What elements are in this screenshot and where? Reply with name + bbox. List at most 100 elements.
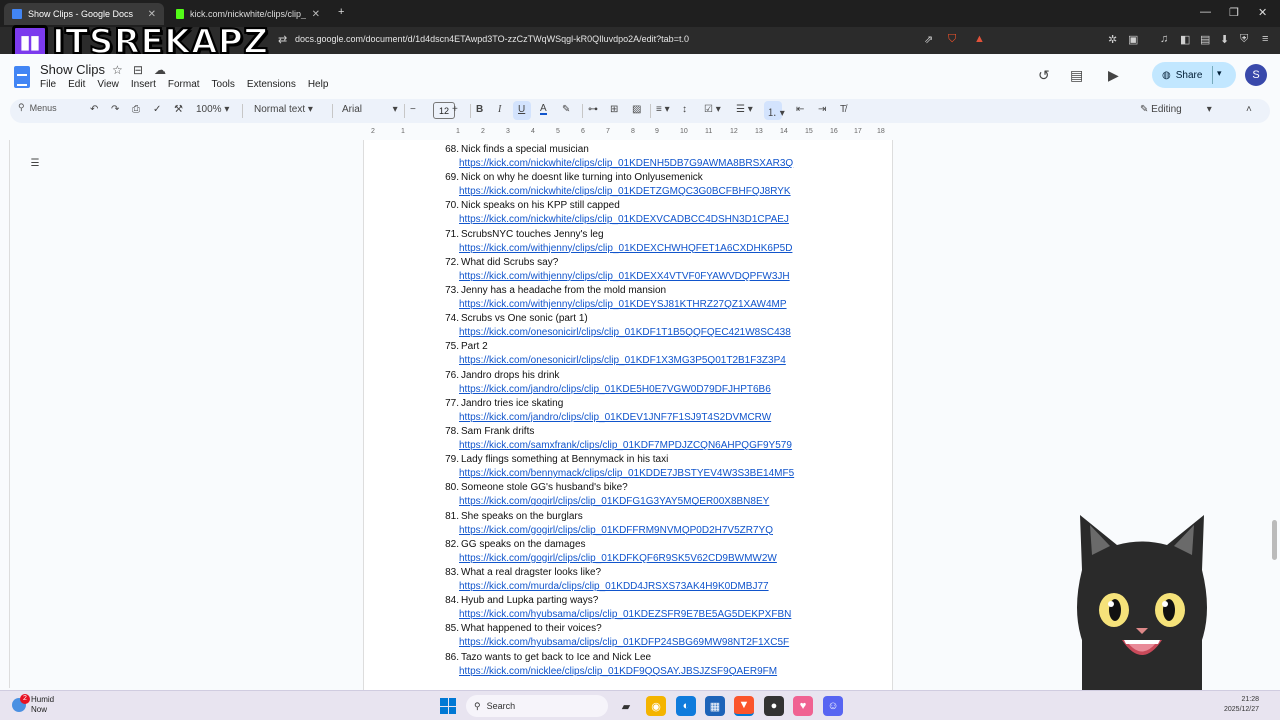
paint-format-icon[interactable]: ⚒ [174, 104, 183, 115]
add-comment-icon[interactable]: ⊞ [610, 104, 618, 115]
new-tab-button[interactable]: + [338, 6, 344, 18]
vtube-icon[interactable]: ♥ [793, 696, 813, 716]
font-select[interactable]: Arial ▾ [342, 104, 398, 115]
clip-link[interactable]: https://kick.com/gogirl/clips/clip_01KDF… [459, 525, 773, 536]
document-title[interactable]: Show Clips [40, 62, 105, 77]
document-page[interactable]: 68. Nick finds a special musician https://… [363, 140, 893, 690]
close-icon[interactable]: ✕ [312, 9, 320, 20]
menu-view[interactable]: View [97, 79, 119, 90]
system-clock[interactable]: 21:28 2025/12/27 [1224, 695, 1259, 715]
clip-link[interactable]: https://kick.com/withjenny/clips/clip_01… [459, 299, 787, 310]
menu-extensions[interactable]: Extensions [247, 79, 296, 90]
vpn-icon[interactable]: ⛨ [1240, 33, 1248, 46]
text-color-icon[interactable]: A [540, 104, 547, 115]
store-icon[interactable]: ▦ [705, 696, 725, 716]
taskbar-search[interactable]: ⚲ Search [466, 695, 608, 717]
line-spacing-icon[interactable]: ↕ [682, 104, 687, 115]
clip-link[interactable]: https://kick.com/nicklee/clips/clip_01KD… [459, 666, 777, 677]
bold-icon[interactable]: B [476, 104, 483, 115]
spellcheck-icon[interactable]: ✓ [153, 104, 161, 115]
zoom-select[interactable]: 100% ▾ [196, 104, 229, 115]
bookmarks-icon[interactable]: ♫ [1160, 33, 1168, 45]
vertical-ruler[interactable] [0, 140, 10, 688]
menu-insert[interactable]: Insert [131, 79, 156, 90]
window-close-icon[interactable]: ✕ [1258, 6, 1267, 19]
weather-widget[interactable]: 2 Humid Now [12, 694, 54, 715]
edge-icon[interactable]: ◐ [676, 696, 696, 716]
star-icon[interactable]: ☆ [112, 63, 123, 77]
clear-formatting-icon[interactable]: T̸ [840, 104, 846, 115]
downloads-icon[interactable]: ⬇ [1220, 33, 1229, 46]
clip-link[interactable]: https://kick.com/hyubsama/clips/clip_01K… [459, 609, 791, 620]
redo-icon[interactable]: ↷ [111, 104, 119, 115]
discord-icon[interactable]: ☺ [823, 696, 843, 716]
decrease-font-size-icon[interactable]: − [410, 104, 416, 115]
screenshot-icon[interactable]: ▣ [1128, 33, 1138, 46]
extensions-icon[interactable]: ✲ [1108, 33, 1117, 46]
maximize-icon[interactable]: ❐ [1229, 6, 1239, 19]
cloud-status-icon[interactable]: ☁ [154, 63, 166, 77]
wallet-icon[interactable]: ▤ [1200, 33, 1210, 46]
menu-format[interactable]: Format [168, 79, 200, 90]
scrollbar[interactable] [1271, 140, 1278, 688]
file-explorer-icon[interactable]: ▰ [616, 696, 636, 716]
clip-link[interactable]: https://kick.com/onesonicirl/clips/clip_… [459, 327, 791, 338]
undo-icon[interactable]: ↶ [90, 104, 98, 115]
minimize-icon[interactable]: — [1200, 6, 1211, 18]
chevron-down-icon[interactable]: ▾ [1217, 68, 1222, 79]
numbered-list-icon[interactable]: ⒈ ▾ [767, 104, 785, 119]
print-icon[interactable]: ⎙ [132, 104, 140, 115]
clip-link[interactable]: https://kick.com/hyubsama/clips/clip_01K… [459, 637, 789, 648]
sidebar-icon[interactable]: ◧ [1180, 33, 1190, 46]
italic-icon[interactable]: I [498, 104, 501, 115]
clip-link[interactable]: https://kick.com/nickwhite/clips/clip_01… [459, 214, 789, 225]
clip-link[interactable]: https://kick.com/murda/clips/clip_01KDD4… [459, 581, 769, 592]
menu-help[interactable]: Help [308, 79, 329, 90]
brave-rewards-icon[interactable]: ▲ [974, 33, 985, 45]
style-select[interactable]: Normal text ▾ [254, 104, 313, 115]
underline-icon[interactable]: U [518, 104, 525, 115]
checklist-icon[interactable]: ☑ ▾ [704, 104, 721, 115]
menus-search[interactable]: ⚲ Menus [18, 102, 57, 113]
clip-link[interactable]: https://kick.com/jandro/clips/clip_01KDE… [459, 384, 771, 395]
share-page-icon[interactable]: ⇗ [924, 33, 933, 46]
move-folder-icon[interactable]: ⊟ [133, 63, 143, 77]
clip-link[interactable]: https://kick.com/nickwhite/clips/clip_01… [459, 186, 791, 197]
horizontal-ruler[interactable]: 2 1 1 2 3 4 5 6 7 8 9 10 11 12 13 14 15 … [363, 128, 893, 138]
browser-menu-icon[interactable]: ≡ [1262, 33, 1268, 45]
decrease-indent-icon[interactable]: ⇤ [796, 104, 804, 115]
comments-icon[interactable]: ▤ [1070, 67, 1083, 84]
share-button[interactable]: ◍ Share ▾ [1152, 62, 1236, 88]
url-field[interactable]: docs.google.com/document/d/1d4dscn4ETAwp… [295, 34, 689, 44]
clip-link[interactable]: https://kick.com/samxfrank/clips/clip_01… [459, 440, 792, 451]
close-icon[interactable]: ✕ [148, 9, 156, 20]
scrollbar-thumb[interactable] [1272, 520, 1277, 560]
highlight-color-icon[interactable]: ✎ [562, 104, 570, 115]
menu-file[interactable]: File [40, 79, 56, 90]
meet-icon[interactable]: ▶ [1108, 67, 1119, 84]
clip-link[interactable]: https://kick.com/bennymack/clips/clip_01… [459, 468, 794, 479]
brave-shield-icon[interactable]: ⛉ [948, 33, 956, 46]
obs-icon[interactable]: ● [764, 696, 784, 716]
docs-logo-icon[interactable] [14, 66, 30, 88]
avatar[interactable]: S [1245, 64, 1267, 86]
menu-tools[interactable]: Tools [212, 79, 235, 90]
menu-edit[interactable]: Edit [68, 79, 85, 90]
start-button[interactable] [440, 698, 456, 714]
clip-link[interactable]: https://kick.com/onesonicirl/clips/clip_… [459, 355, 786, 366]
increase-indent-icon[interactable]: ⇥ [818, 104, 826, 115]
editing-mode-select[interactable]: ✎ Editing ▾ [1140, 104, 1212, 115]
insert-image-icon[interactable]: ▨ [632, 104, 641, 115]
site-info-icon[interactable]: ⇄ [278, 33, 287, 46]
version-history-icon[interactable]: ↺ [1038, 67, 1050, 84]
clip-link[interactable]: https://kick.com/withjenny/clips/clip_01… [459, 243, 792, 254]
document-outline-icon[interactable]: ☰ [26, 154, 44, 172]
clip-link[interactable]: https://kick.com/nickwhite/clips/clip_01… [459, 158, 793, 169]
chrome-icon[interactable]: ◉ [646, 696, 666, 716]
clip-link[interactable]: https://kick.com/gogirl/clips/clip_01KDF… [459, 496, 769, 507]
clip-link[interactable]: https://kick.com/withjenny/clips/clip_01… [459, 271, 790, 282]
increase-font-size-icon[interactable]: + [452, 104, 458, 115]
brave-icon[interactable]: ▼ [734, 696, 754, 716]
insert-link-icon[interactable]: ⊶ [588, 104, 598, 115]
clip-link[interactable]: https://kick.com/jandro/clips/clip_01KDE… [459, 412, 771, 423]
